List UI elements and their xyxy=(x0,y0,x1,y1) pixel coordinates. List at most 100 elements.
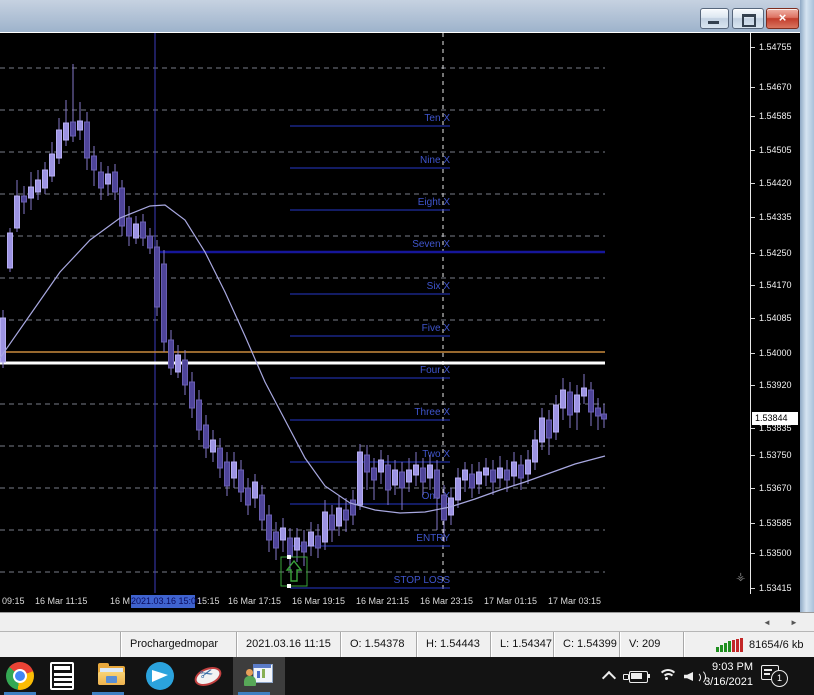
price-tick xyxy=(751,385,755,386)
candle xyxy=(546,419,552,439)
notification-badge[interactable]: 1 xyxy=(771,670,788,687)
price-label: 1.53500 xyxy=(759,548,792,558)
candle xyxy=(56,129,62,159)
taskbar-clock[interactable]: 9:03 PM 3/16/2021 xyxy=(695,660,753,690)
battery-icon[interactable] xyxy=(623,671,650,683)
wifi-icon[interactable] xyxy=(658,669,678,683)
price-tick xyxy=(751,87,755,88)
candle xyxy=(196,399,202,431)
candle xyxy=(189,381,195,409)
price-tick xyxy=(751,217,755,218)
candle xyxy=(378,459,384,473)
snipping-tool-icon[interactable]: ✂ xyxy=(191,662,225,690)
candle xyxy=(308,531,314,547)
candle xyxy=(14,195,20,229)
price-tick xyxy=(751,455,755,456)
time-label: 16 Mar 11:15 xyxy=(35,596,88,606)
level-label: Five X xyxy=(422,323,451,334)
price-label: 1.54335 xyxy=(759,212,792,222)
candle xyxy=(301,541,307,553)
candle xyxy=(595,407,601,417)
time-label: 16 Mar 17:15 xyxy=(228,596,282,606)
price-tick xyxy=(751,47,755,48)
candle xyxy=(315,535,321,549)
candle xyxy=(168,339,174,369)
telegram-icon[interactable] xyxy=(146,662,174,690)
status-empty xyxy=(0,632,120,657)
close-button[interactable]: × xyxy=(766,8,799,29)
chrome-icon[interactable] xyxy=(6,662,34,690)
price-label: 1.54670 xyxy=(759,82,792,92)
price-tick xyxy=(751,285,755,286)
system-tray: 9:03 PM 3/16/2021 1 xyxy=(596,657,814,695)
level-label: Four X xyxy=(420,365,450,376)
candle xyxy=(273,531,279,549)
candle xyxy=(574,394,580,413)
candle xyxy=(280,527,286,541)
candle xyxy=(420,467,426,483)
price-tick xyxy=(751,553,755,554)
price-tick xyxy=(751,116,755,117)
close-icon: × xyxy=(778,10,787,25)
candle xyxy=(469,473,475,489)
candle xyxy=(329,514,335,531)
selection-handle[interactable] xyxy=(287,555,291,559)
candle xyxy=(518,464,524,479)
price-label: 1.54170 xyxy=(759,280,792,290)
candle xyxy=(112,171,118,193)
trading-app-icon[interactable] xyxy=(244,662,273,690)
level-label: Eight X xyxy=(418,197,451,208)
maximize-icon xyxy=(742,14,756,27)
candle xyxy=(140,221,146,239)
candle xyxy=(182,359,188,386)
price-tick xyxy=(751,588,755,589)
price-label: 1.53750 xyxy=(759,450,792,460)
price-label: 1.54420 xyxy=(759,178,792,188)
time-label: 16 Mar 21:15 xyxy=(356,596,410,606)
chart-canvas[interactable]: Ten X Nine X Eight X Seven X Six X Five X Four… xyxy=(0,33,750,594)
scroll-right-icon[interactable]: ► xyxy=(787,616,801,629)
candle xyxy=(266,514,272,541)
price-label: 1.54000 xyxy=(759,348,792,358)
candle xyxy=(343,509,349,521)
level-label: STOP LOSS xyxy=(394,575,451,586)
file-explorer-icon[interactable] xyxy=(98,662,126,690)
level-label: Two X xyxy=(422,449,450,460)
chart-plot-area[interactable]: Ten X Nine X Eight X Seven X Six X Five X Four… xyxy=(0,33,750,594)
candle xyxy=(364,454,370,473)
screen: { "window": { "controls": [ {"icon": "mi… xyxy=(0,0,814,695)
level-label: Seven X xyxy=(412,239,450,250)
candle xyxy=(77,120,83,131)
candle xyxy=(147,235,153,249)
candle xyxy=(567,391,573,416)
candle xyxy=(49,153,55,177)
price-axis[interactable]: 1.54755 1.54670 1.54585 1.54505 1.54420 1.543… xyxy=(750,33,800,612)
horizontal-scrollbar[interactable]: ◄ ► xyxy=(0,612,814,631)
time-axis[interactable]: 2021.03.16 15:00 09:15 16 Mar 11:15 16 M 15:… xyxy=(0,594,800,612)
candle xyxy=(133,223,139,239)
candle xyxy=(175,354,181,373)
selected-time-highlight: 2021.03.16 15:00 xyxy=(131,595,202,608)
time-label: 16 M xyxy=(110,596,131,606)
traffic-label: 81654/6 kb xyxy=(749,638,804,651)
calculator-icon[interactable] xyxy=(50,662,74,690)
window-titlebar[interactable]: × xyxy=(0,0,814,33)
minimize-button[interactable] xyxy=(700,8,729,29)
candle xyxy=(224,461,230,487)
status-open: O: 1.54378 xyxy=(340,632,416,657)
chevron-up-icon[interactable] xyxy=(601,670,617,686)
status-low: L: 1.54347 xyxy=(490,632,553,657)
selection-handle[interactable] xyxy=(287,584,291,588)
price-tick xyxy=(751,488,755,489)
buy-arrow-icon[interactable] xyxy=(285,559,303,582)
scroll-left-icon[interactable]: ◄ xyxy=(760,616,774,629)
maximize-button[interactable] xyxy=(732,8,764,29)
level-label: Three X xyxy=(414,407,450,418)
price-label: 1.54585 xyxy=(759,111,792,121)
candle xyxy=(525,459,531,475)
candle xyxy=(385,464,391,491)
candle xyxy=(455,477,461,501)
status-volume: V: 209 xyxy=(619,632,683,657)
taskbar: ✂ 9:03 PM 3/16/2021 1 xyxy=(0,657,814,695)
status-traffic: 81654/6 kb xyxy=(683,632,803,657)
